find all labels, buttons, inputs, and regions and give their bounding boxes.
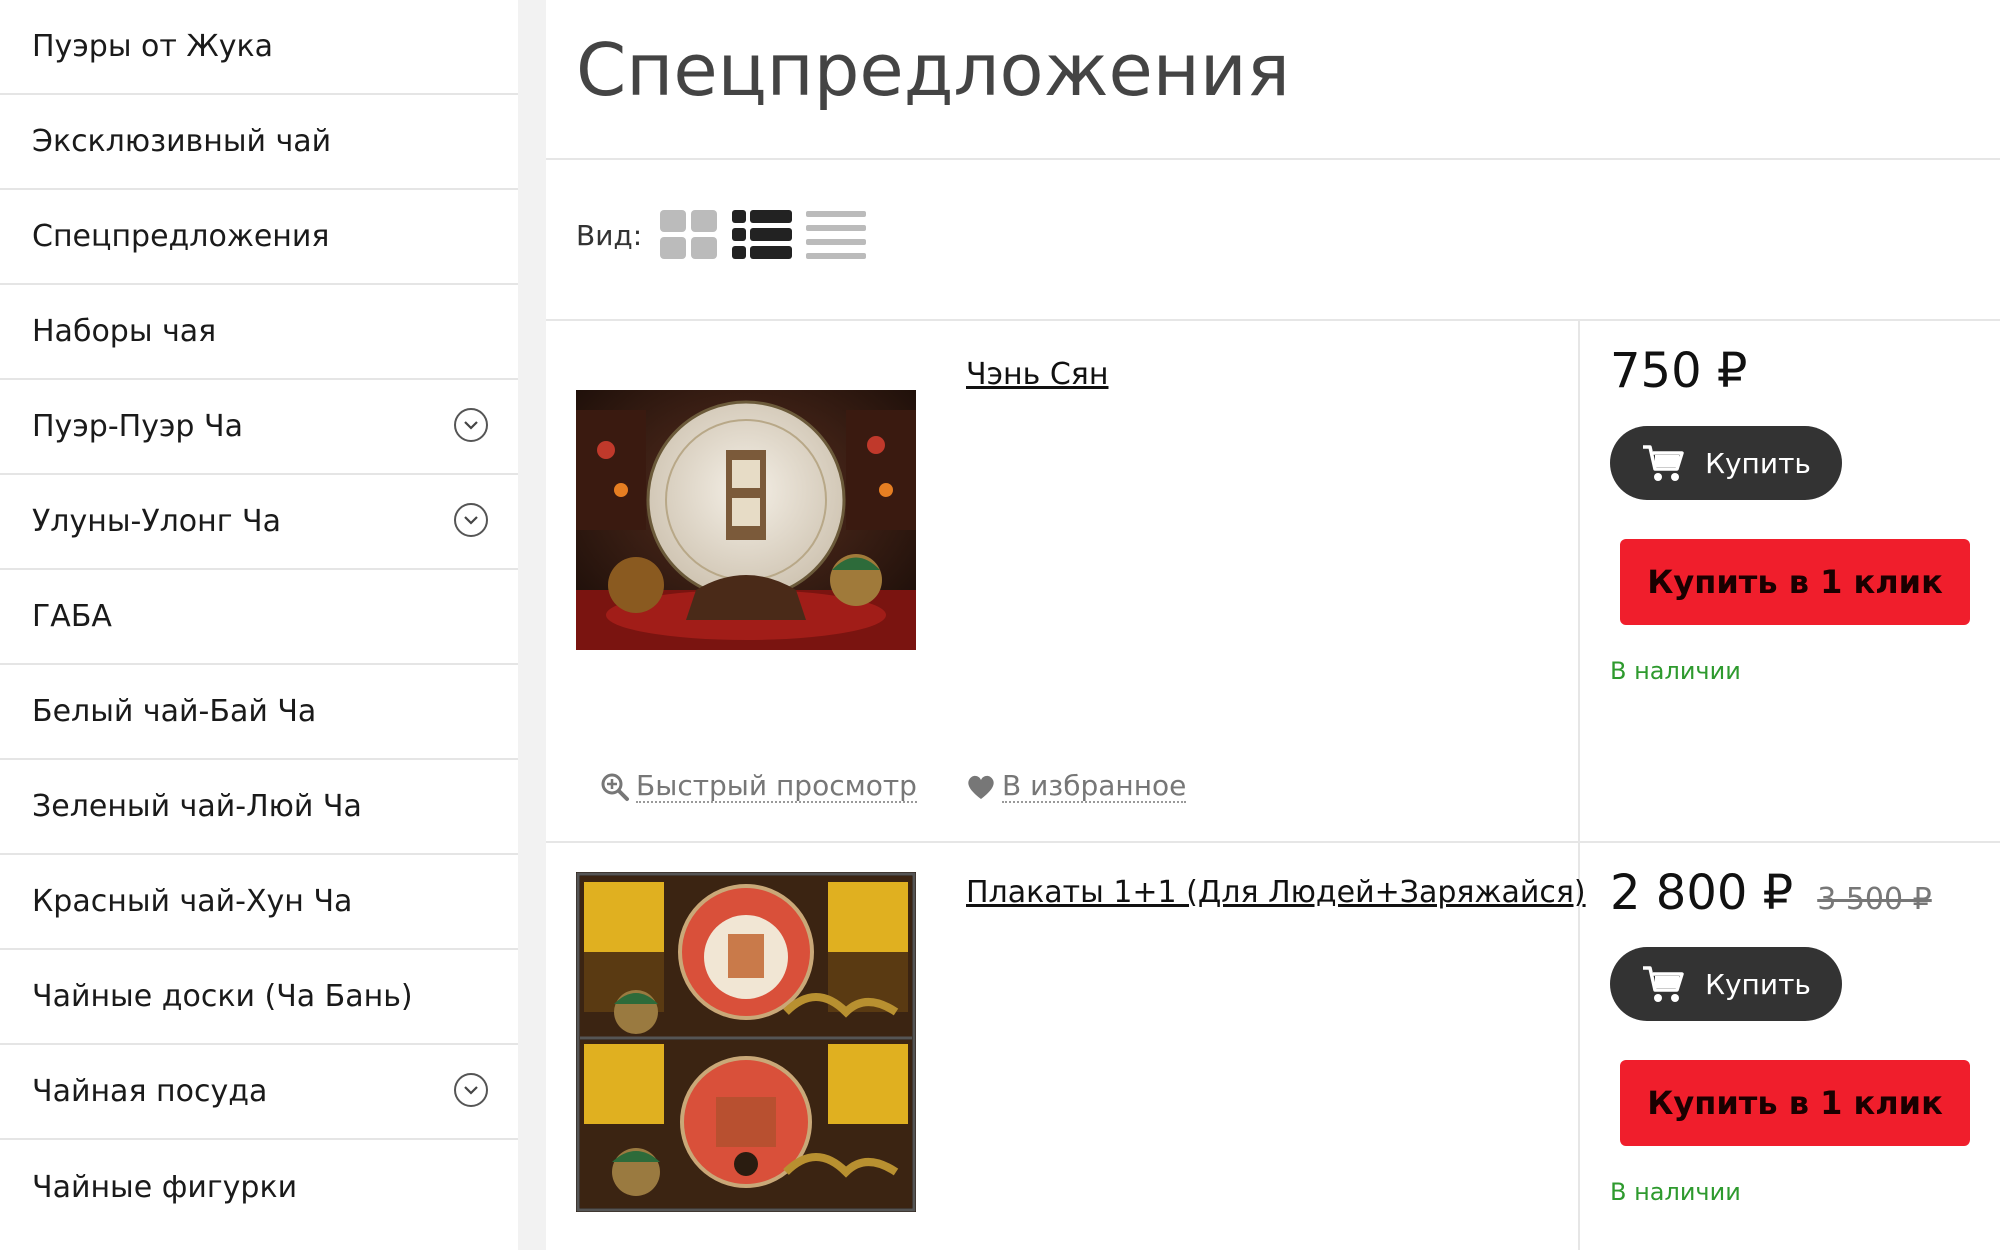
buy-button-label: Купить [1705, 446, 1811, 480]
old-price: 3 500 ₽ [1817, 882, 1932, 917]
sidebar-item-label: Чайная посуда [32, 1074, 268, 1109]
product-price: 2 800 ₽ [1610, 865, 1794, 921]
sidebar-item-puer[interactable]: Пуэр-Пуэр Ча [0, 380, 518, 475]
quick-view-link[interactable]: Быстрый просмотр [600, 771, 917, 803]
favorites-label: В избранное [1002, 769, 1187, 803]
sidebar-item-label: Пуэры от Жука [32, 29, 273, 64]
sidebar-item-label: Белый чай-Бай Ча [32, 694, 317, 729]
product-price: 750 ₽ [1610, 343, 1748, 399]
cart-icon [1643, 966, 1684, 1002]
chevron-down-icon[interactable] [454, 502, 488, 537]
buy-one-click-button[interactable]: Купить в 1 клик [1620, 539, 1970, 625]
grid-view-icon[interactable] [660, 210, 718, 260]
buy-button-label: Купить [1705, 967, 1811, 1001]
main-content: Спецпредложения Вид: Чэнь Сян 750 ₽ Купи… [546, 0, 2000, 1250]
sidebar-item-special-offers[interactable]: Спецпредложения [0, 190, 518, 285]
sidebar-item-tea-figurines[interactable]: Чайные фигурки [0, 1140, 518, 1235]
compact-list-view-icon[interactable] [806, 210, 867, 260]
quick-view-label: Быстрый просмотр [636, 769, 917, 803]
sidebar-item-tea-sets[interactable]: Наборы чая [0, 285, 518, 380]
sidebar-item-label: Пуэр-Пуэр Ча [32, 409, 243, 444]
sidebar-item-label: Улуны-Улонг Ча [32, 504, 282, 539]
product-image[interactable] [576, 390, 916, 650]
sidebar-item-exclusive-tea[interactable]: Эксклюзивный чай [0, 95, 518, 190]
price-block: 750 ₽ [1610, 343, 1747, 399]
chevron-down-icon[interactable] [454, 407, 488, 442]
zoom-icon [601, 773, 629, 801]
sidebar-gutter [518, 0, 546, 1250]
product-name-link[interactable]: Чэнь Сян [966, 357, 1108, 392]
sidebar-item-label: Эксклюзивный чай [32, 124, 332, 159]
sidebar-item-oolong[interactable]: Улуны-Улонг Ча [0, 475, 518, 570]
sidebar-item-white-tea[interactable]: Белый чай-Бай Ча [0, 665, 518, 760]
sidebar-item-red-tea[interactable]: Красный чай-Хун Ча [0, 855, 518, 950]
list-view-icon[interactable] [732, 210, 793, 260]
sidebar-item-label: Чайные фигурки [32, 1170, 298, 1205]
sidebar-item-label: Чайные доски (Ча Бань) [32, 979, 413, 1014]
stock-status: В наличии [1610, 1178, 1741, 1206]
product-card: Плакаты 1+1 (Для Людей+Заряжайся) 2 800 … [546, 843, 2000, 1250]
stock-status: В наличии [1610, 657, 1741, 685]
sidebar-item-green-tea[interactable]: Зеленый чай-Люй Ча [0, 760, 518, 855]
buy-button[interactable]: Купить [1610, 947, 1842, 1021]
sidebar-item-label: Наборы чая [32, 314, 217, 349]
sidebar-item-label: Спецпредложения [32, 219, 330, 254]
product-card: Чэнь Сян 750 ₽ Купить Купить в 1 клик В … [546, 321, 2000, 841]
category-sidebar: Пуэры от Жука Эксклюзивный чай Спецпредл… [0, 0, 518, 1250]
sidebar-item-label: Красный чай-Хун Ча [32, 884, 353, 919]
heart-icon [968, 775, 994, 799]
chevron-down-icon[interactable] [454, 1072, 488, 1107]
price-block: 2 800 ₽ 3 500 ₽ [1610, 865, 1932, 921]
add-to-favorites-link[interactable]: В избранное [966, 769, 1187, 803]
column-divider [1578, 321, 1580, 841]
cart-icon [1643, 445, 1684, 481]
product-name-link[interactable]: Плакаты 1+1 (Для Людей+Заряжайся) [966, 875, 1586, 910]
sidebar-item-tea-boards[interactable]: Чайные доски (Ча Бань) [0, 950, 518, 1045]
sidebar-item-gaba[interactable]: ГАБА [0, 570, 518, 665]
product-image[interactable] [576, 872, 916, 1212]
view-switcher: Вид: [576, 210, 880, 260]
divider [546, 158, 2000, 160]
sidebar-item-label: Зеленый чай-Люй Ча [32, 789, 362, 824]
sidebar-item-label: ГАБА [32, 599, 112, 634]
buy-button[interactable]: Купить [1610, 426, 1842, 500]
page-title: Спецпредложения [576, 28, 1290, 112]
buy-one-click-button[interactable]: Купить в 1 клик [1620, 1060, 1970, 1146]
view-label: Вид: [576, 218, 643, 252]
sidebar-item-teaware[interactable]: Чайная посуда [0, 1045, 518, 1140]
sidebar-item-puer-ot-zhuka[interactable]: Пуэры от Жука [0, 0, 518, 95]
